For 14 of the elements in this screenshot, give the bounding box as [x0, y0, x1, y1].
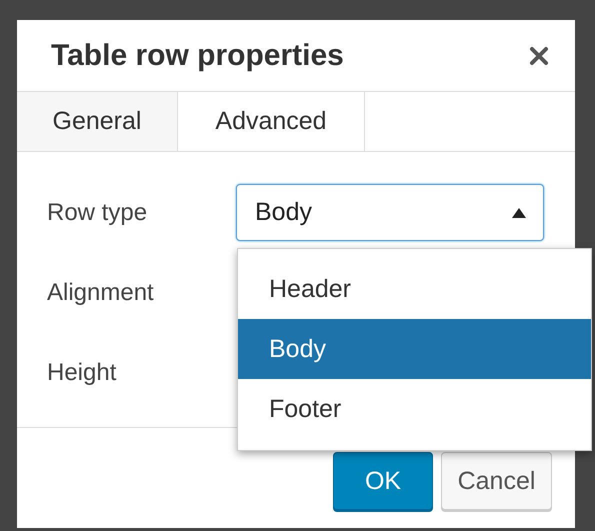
dropdown-option[interactable]: Body: [238, 319, 591, 379]
tab[interactable]: General: [17, 92, 177, 151]
dropdown-option[interactable]: Header: [238, 259, 591, 319]
field-label: Alignment: [47, 278, 155, 306]
tab[interactable]: Advanced: [177, 92, 365, 151]
dialog-title: Table row properties: [51, 38, 344, 72]
field-label: Height: [47, 358, 118, 386]
dropdown-option[interactable]: Footer: [238, 379, 591, 439]
field-label: Row type: [47, 198, 148, 226]
ok-button[interactable]: OK: [333, 452, 433, 510]
caret-icon: [511, 206, 527, 218]
row-type-select[interactable]: Body: [236, 184, 544, 241]
cancel-button[interactable]: Cancel: [441, 452, 552, 510]
close-icon[interactable]: [529, 46, 549, 66]
